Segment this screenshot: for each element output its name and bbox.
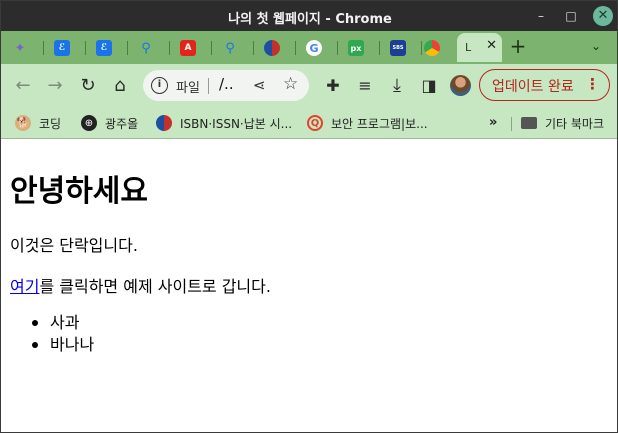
maximize-icon[interactable]: □ (561, 6, 581, 26)
bookmark-item[interactable]: ISBN·ISSN·납본 시... (156, 113, 292, 133)
tab-11[interactable] (415, 35, 456, 61)
bookmark-item[interactable]: ⊕ 광주올 (81, 113, 138, 133)
avatar[interactable] (450, 75, 471, 96)
tab-2[interactable]: ℰ (45, 35, 86, 61)
chevron-down-icon[interactable]: ⌄ (587, 39, 605, 57)
url-text[interactable]: /.. (219, 75, 234, 93)
korea-gov-icon (156, 115, 172, 131)
list-item: 사과 (31, 312, 94, 334)
address-bar[interactable]: i 파일 /.. ⋖ ☆ (143, 70, 309, 101)
google-icon: G (306, 40, 322, 56)
more-icon: ⋮ (585, 75, 600, 93)
toolbar: ← → ↻ ⌂ i 파일 /.. ⋖ ☆ ✚ ≡ ⤓ ◨ 업데이트 완료 ⋮ (1, 64, 617, 106)
tab-active[interactable]: L ✕ (457, 33, 502, 62)
bookmarks-divider (511, 117, 512, 131)
korea-gov-icon (264, 40, 280, 56)
share-icon[interactable]: ⋖ (253, 76, 266, 94)
chevron-more-icon[interactable]: » (489, 115, 497, 130)
sbs-news-icon: SBS (390, 40, 406, 56)
px-icon: px (348, 40, 364, 56)
title-bar: 나의 첫 웹페이지 - Chrome – □ ✕ (1, 1, 617, 31)
chrome-icon (424, 40, 440, 56)
search-icon: ⚲ (141, 40, 151, 56)
tab-7[interactable] (255, 35, 296, 61)
info-icon[interactable]: i (151, 77, 168, 94)
omnibox-divider (208, 78, 209, 94)
bookmark-item[interactable]: 🐕 코딩 (15, 113, 61, 133)
link-suffix: 를 클릭하면 예제 사이트로 갑니다. (39, 277, 271, 296)
adobe-icon: A (180, 40, 196, 56)
bookmarks-bar: 🐕 코딩 ⊕ 광주올 ISBN·ISSN·납본 시... Q 보안 프로그램|보… (1, 106, 617, 139)
file-chip: 파일 (176, 81, 200, 96)
download-icon[interactable]: ⤓ (385, 73, 409, 97)
media-queue-icon[interactable]: ≡ (353, 73, 377, 97)
tab-5[interactable]: A (171, 35, 212, 61)
update-label: 업데이트 완료 (492, 79, 574, 95)
forward-icon[interactable]: → (43, 73, 67, 97)
new-tab-icon[interactable]: + (508, 36, 528, 57)
page-heading: 안녕하세요 (10, 174, 148, 209)
bookmark-label: 코딩 (39, 116, 62, 131)
sparkle-icon: ✦ (14, 40, 26, 56)
fruit-list: 사과 바나나 (31, 312, 95, 356)
bookmark-item[interactable]: Q 보안 프로그램|보... (307, 113, 428, 133)
bookmark-label: 보안 프로그램|보... (331, 116, 428, 131)
tab-3[interactable]: ℰ (87, 35, 128, 61)
dog-icon: 🐕 (15, 115, 31, 131)
tab-4[interactable]: ⚲ (129, 35, 170, 61)
active-tab-label: L (465, 41, 472, 54)
example-link[interactable]: 여기 (10, 277, 39, 296)
extensions-icon[interactable]: ✚ (321, 73, 345, 97)
q-logo-icon: Q (307, 115, 323, 131)
back-icon[interactable]: ← (11, 73, 35, 97)
browser-window: 나의 첫 웹페이지 - Chrome – □ ✕ ✦ ℰ ℰ ⚲ A ⚲ G p… (0, 0, 618, 433)
bookmark-label: ISBN·ISSN·납본 시... (180, 116, 293, 131)
close-tab-icon[interactable]: ✕ (486, 38, 497, 53)
other-bookmarks[interactable]: 기타 북마크 (521, 113, 604, 133)
close-icon[interactable]: ✕ (593, 6, 613, 26)
search-icon: ⚲ (225, 40, 235, 56)
e-blue-icon: ℰ (54, 40, 70, 56)
minimize-icon[interactable]: – (531, 6, 551, 26)
side-panel-icon[interactable]: ◨ (417, 73, 441, 97)
other-bookmarks-label: 기타 북마크 (545, 116, 605, 131)
bookmark-label: 광주올 (105, 116, 139, 131)
tab-6[interactable]: ⚲ (213, 35, 254, 61)
link-paragraph: 여기를 클릭하면 예제 사이트로 갑니다. (10, 273, 271, 297)
tab-1[interactable]: ✦ (3, 35, 44, 61)
window-title: 나의 첫 웹페이지 - Chrome (228, 12, 392, 27)
page-paragraph: 이것은 단락입니다. (10, 236, 138, 255)
home-icon[interactable]: ⌂ (108, 73, 132, 97)
globe-icon: ⊕ (81, 115, 97, 131)
tab-8[interactable]: G (297, 35, 338, 61)
tab-9[interactable]: px (339, 35, 380, 61)
e-blue-icon: ℰ (96, 40, 112, 56)
bookmark-star-icon[interactable]: ☆ (283, 74, 298, 94)
reload-icon[interactable]: ↻ (76, 73, 100, 97)
update-button[interactable]: 업데이트 완료 ⋮ (479, 69, 610, 101)
list-item: 바나나 (31, 335, 95, 354)
folder-icon (521, 117, 537, 129)
page-content: 안녕하세요 이것은 단락입니다. 여기를 클릭하면 예제 사이트로 갑니다. 사… (1, 140, 617, 432)
